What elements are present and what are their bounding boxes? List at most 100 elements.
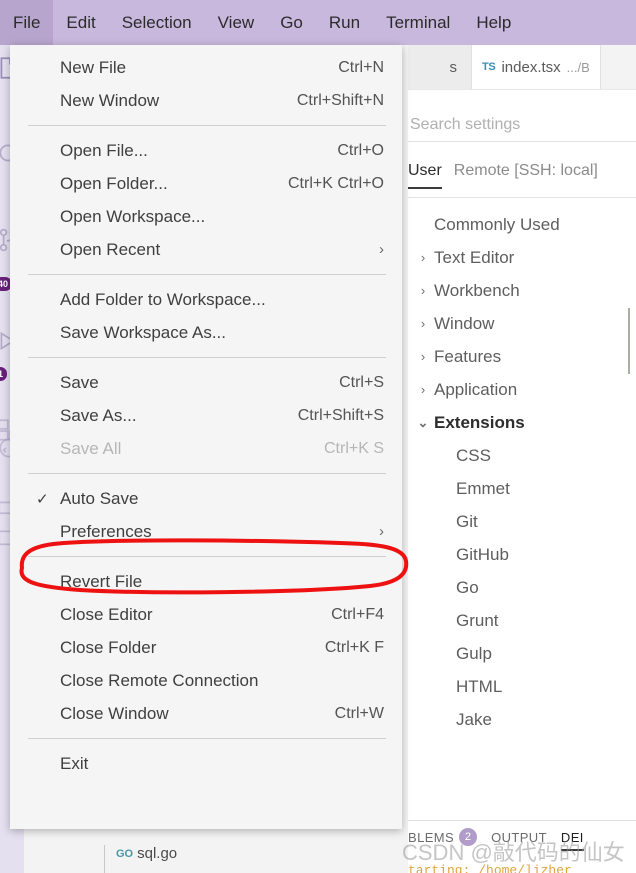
menu-separator <box>28 473 386 474</box>
toc-item-css[interactable]: CSS <box>408 439 636 472</box>
toc-label: Features <box>434 346 502 366</box>
menu-item-shortcut: Ctrl+F4 <box>331 605 384 623</box>
problems-badge: 2 <box>459 828 478 846</box>
menu-item-label: Revert File <box>60 571 143 591</box>
typescript-icon: TS <box>482 61 496 73</box>
toc-item-jake[interactable]: Jake <box>408 703 636 736</box>
menu-item-label: Save As... <box>60 405 137 425</box>
menubar-item-edit[interactable]: Edit <box>53 0 108 45</box>
toc-item-emmet[interactable]: Emmet <box>408 472 636 505</box>
toc-item-extensions[interactable]: ⌄ Extensions <box>408 406 636 439</box>
menu-separator <box>28 357 386 358</box>
menu-item-close-editor[interactable]: Close Editor Ctrl+F4 <box>10 598 402 631</box>
file-name: sql.go <box>137 845 178 862</box>
tab-settings[interactable]: s <box>408 45 472 89</box>
menu-item-shortcut: Ctrl+N <box>338 58 384 76</box>
toc-label: Application <box>434 379 518 399</box>
menu-item-label: Save Workspace As... <box>60 322 226 342</box>
toc-item-commonly-used[interactable]: Commonly Used <box>408 208 636 241</box>
menu-item-new-window[interactable]: New Window Ctrl+Shift+N <box>10 84 402 117</box>
tab-remote-ssh[interactable]: Remote [SSH: local] <box>454 162 598 189</box>
menu-item-save-as[interactable]: Save As... Ctrl+Shift+S <box>10 399 402 432</box>
menu-item-label: Open File... <box>60 140 148 160</box>
toc-item-go[interactable]: Go <box>408 571 636 604</box>
settings-scope-tabs: User Remote [SSH: local] <box>408 162 636 198</box>
tab-label: s <box>449 58 458 76</box>
tab-user[interactable]: User <box>408 162 442 189</box>
tab-problems[interactable]: BLEMS 2 <box>408 828 478 852</box>
menu-item-label: Close Window <box>60 703 169 723</box>
vscode-window: 40 1 GO sql.go s TS index.tsx .../B Sear… <box>0 0 636 873</box>
menubar-item-terminal[interactable]: Terminal <box>373 0 463 45</box>
menubar-item-help[interactable]: Help <box>463 0 524 45</box>
terminal-line: tarting: /home/lizher <box>408 863 572 873</box>
tab-output[interactable]: OUTPUT <box>491 830 547 851</box>
menu-item-revert-file[interactable]: Revert File <box>10 565 402 598</box>
toc-label: Workbench <box>434 280 520 300</box>
menubar-item-go[interactable]: Go <box>267 0 316 45</box>
menu-item-label: Open Workspace... <box>60 206 206 226</box>
menu-item-open-file[interactable]: Open File... Ctrl+O <box>10 134 402 167</box>
toc-label: GitHub <box>456 544 509 564</box>
menubar-item-run[interactable]: Run <box>316 0 373 45</box>
toc-item-window[interactable]: › Window <box>408 307 636 340</box>
menu-item-save[interactable]: Save Ctrl+S <box>10 366 402 399</box>
chevron-down-icon: ⌄ <box>417 414 429 430</box>
toc-item-text-editor[interactable]: › Text Editor <box>408 241 636 274</box>
menu-item-auto-save[interactable]: ✓ Auto Save <box>10 482 402 515</box>
menu-item-label: Open Recent <box>60 239 161 259</box>
toc-label: Text Editor <box>434 247 515 267</box>
toc-item-application[interactable]: › Application <box>408 373 636 406</box>
menu-item-shortcut: Ctrl+K Ctrl+O <box>287 174 384 192</box>
panel-tab-label: OUTPUT <box>491 829 547 845</box>
panel-tab-label: DEI <box>560 829 584 845</box>
menu-bar: File Edit Selection View Go Run Terminal… <box>0 0 636 45</box>
tab-index-tsx[interactable]: TS index.tsx .../B <box>472 45 601 89</box>
toc-label: Extensions <box>434 412 525 432</box>
menu-item-exit[interactable]: Exit <box>10 747 402 780</box>
toc-label: Window <box>434 313 495 333</box>
menu-item-label: Add Folder to Workspace... <box>60 289 266 309</box>
menu-item-label: Save <box>60 372 99 392</box>
search-input[interactable] <box>408 115 636 134</box>
menu-item-label: New File <box>60 57 127 77</box>
menubar-item-selection[interactable]: Selection <box>109 0 205 45</box>
settings-scrollbar[interactable] <box>628 308 630 374</box>
toc-item-github[interactable]: GitHub <box>408 538 636 571</box>
toc-item-features[interactable]: › Features <box>408 340 636 373</box>
chevron-right-icon: › <box>420 283 426 298</box>
menu-item-close-folder[interactable]: Close Folder Ctrl+K F <box>10 631 402 664</box>
toc-item-workbench[interactable]: › Workbench <box>408 274 636 307</box>
chevron-right-icon: › <box>420 250 426 265</box>
menu-item-close-window[interactable]: Close Window Ctrl+W <box>10 697 402 730</box>
menu-item-open-workspace[interactable]: Open Workspace... <box>10 200 402 233</box>
toc-item-grunt[interactable]: Grunt <box>408 604 636 637</box>
menu-item-add-folder-to-workspace[interactable]: Add Folder to Workspace... <box>10 283 402 316</box>
chevron-right-icon: › <box>379 241 384 258</box>
menu-item-label: New Window <box>60 90 160 110</box>
menu-item-label: Open Folder... <box>60 173 168 193</box>
file-tree-item[interactable]: GO sql.go <box>116 845 177 862</box>
menu-item-new-file[interactable]: New File Ctrl+N <box>10 51 402 84</box>
menu-separator <box>28 556 386 557</box>
menubar-item-view[interactable]: View <box>205 0 268 45</box>
menu-item-shortcut: Ctrl+Shift+S <box>297 406 384 424</box>
settings-editor: User Remote [SSH: local] Commonly Used ›… <box>408 90 636 820</box>
toc-item-git[interactable]: Git <box>408 505 636 538</box>
menu-item-close-remote-connection[interactable]: Close Remote Connection <box>10 664 402 697</box>
chevron-right-icon: › <box>420 382 426 397</box>
toc-item-html[interactable]: HTML <box>408 670 636 703</box>
menu-item-preferences[interactable]: Preferences › <box>10 515 402 548</box>
toc-item-gulp[interactable]: Gulp <box>408 637 636 670</box>
menu-item-open-recent[interactable]: Open Recent › <box>10 233 402 266</box>
run-debug-badge: 1 <box>0 367 8 381</box>
menu-item-label: Close Folder <box>60 637 157 657</box>
panel-tab-label: BLEMS <box>408 829 455 845</box>
editor-area: s TS index.tsx .../B User Remote [SSH: l… <box>408 45 636 873</box>
menubar-item-file[interactable]: File <box>0 0 54 45</box>
menu-item-label: Preferences <box>60 521 152 541</box>
menu-item-save-workspace-as[interactable]: Save Workspace As... <box>10 316 402 349</box>
tab-debug-console[interactable]: DEI <box>560 829 584 851</box>
toc-label: Emmet <box>456 478 510 498</box>
menu-item-open-folder[interactable]: Open Folder... Ctrl+K Ctrl+O <box>10 167 402 200</box>
